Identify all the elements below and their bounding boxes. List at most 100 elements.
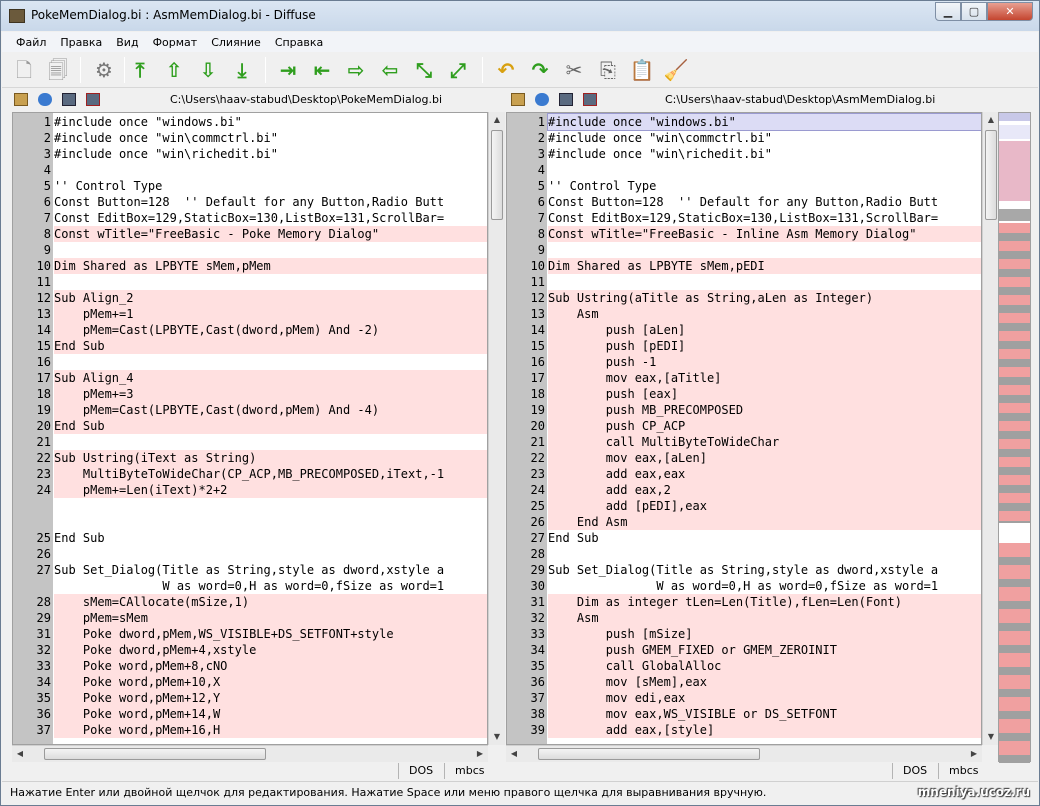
code-line[interactable]: 28 sMem=CAllocate(mSize,1) [13, 594, 487, 610]
code-line[interactable]: 18 pMem+=3 [13, 386, 487, 402]
code-line[interactable]: 27 Sub Set_Dialog(Title as String,style a… [13, 562, 487, 578]
left-vertical-scrollbar[interactable]: ▲ ▼ [488, 112, 505, 745]
code-line[interactable]: 26 [13, 546, 487, 562]
new-2way-icon[interactable]: 🗐 [44, 56, 72, 84]
scroll-left-arrow-icon[interactable]: ◀ [506, 746, 522, 762]
code-line[interactable]: 13 Asm [507, 306, 981, 322]
code-line[interactable]: 3 #include once "win\richedit.bi" [507, 146, 981, 162]
code-line[interactable]: 8 Const wTitle="FreeBasic - Inline Asm Me… [507, 226, 981, 242]
code-line[interactable]: 30 W as word=0,H as word=0,fSize as word… [507, 578, 981, 594]
code-line[interactable]: 31 Poke dword,pMem,WS_VISIBLE+DS_SETFONT… [13, 626, 487, 642]
code-line[interactable] [13, 514, 487, 530]
code-line[interactable]: 35 Poke word,pMem+12,Y [13, 690, 487, 706]
code-line[interactable]: 33 push [mSize] [507, 626, 981, 642]
maximize-button[interactable]: ▢ [961, 2, 987, 21]
menu-format[interactable]: Формат [146, 36, 205, 49]
next-change-icon[interactable]: ⇩ [194, 56, 222, 84]
copy-icon[interactable]: ⎘ [594, 56, 622, 84]
code-line[interactable]: 38 mov eax,WS_VISIBLE or DS_SETFONT [507, 706, 981, 722]
last-change-icon[interactable]: ⤓ [228, 56, 256, 84]
code-line[interactable]: 36 mov [sMem],eax [507, 674, 981, 690]
code-line[interactable]: 31 Dim as integer tLen=Len(Title),fLen=L… [507, 594, 981, 610]
code-line[interactable]: 4 [13, 162, 487, 178]
copy-right-icon[interactable]: ⇥ [274, 56, 302, 84]
scroll-thumb[interactable] [491, 130, 503, 220]
code-line[interactable]: 8 Const wTitle="FreeBasic - Poke Memory D… [13, 226, 487, 242]
code-line[interactable]: 13 pMem+=1 [13, 306, 487, 322]
code-line[interactable]: 25 add [pEDI],eax [507, 498, 981, 514]
save-file-icon[interactable] [62, 93, 76, 106]
code-line[interactable]: 1 #include once "windows.bi" [13, 114, 487, 130]
code-line[interactable]: 12 Sub Align_2 [13, 290, 487, 306]
reload-file-icon[interactable] [38, 93, 52, 106]
menu-file[interactable]: Файл [2, 36, 53, 49]
menu-edit[interactable]: Правка [53, 36, 109, 49]
copy-selection-left-icon[interactable]: ⇦ [376, 56, 404, 84]
scroll-down-arrow-icon[interactable]: ▼ [983, 729, 999, 745]
cut-icon[interactable]: ✂ [560, 56, 588, 84]
right-code-pane[interactable]: 1 #include once "windows.bi" 2 #include onc… [506, 112, 982, 745]
code-line[interactable]: 33 Poke word,pMem+8,cNO [13, 658, 487, 674]
code-line[interactable]: 5 '' Control Type [507, 178, 981, 194]
code-line[interactable]: 32 Poke dword,pMem+4,xstyle [13, 642, 487, 658]
scroll-up-arrow-icon[interactable]: ▲ [983, 112, 999, 128]
code-line[interactable]: 36 Poke word,pMem+14,W [13, 706, 487, 722]
code-line[interactable]: 15 End Sub [13, 338, 487, 354]
code-line[interactable]: 37 mov edi,eax [507, 690, 981, 706]
code-line[interactable]: 17 Sub Align_4 [13, 370, 487, 386]
code-line[interactable]: 9 [507, 242, 981, 258]
code-line[interactable]: 6 Const Button=128 '' Default for any But… [507, 194, 981, 210]
open-file-icon[interactable] [511, 93, 525, 106]
reload-file-icon[interactable] [535, 93, 549, 106]
redo-icon[interactable]: ↷ [526, 56, 554, 84]
code-line[interactable]: 24 pMem+=Len(iText)*2+2 [13, 482, 487, 498]
code-line[interactable]: 17 mov eax,[aTitle] [507, 370, 981, 386]
copy-selection-right-icon[interactable]: ⇨ [342, 56, 370, 84]
code-line[interactable]: 2 #include once "win\commctrl.bi" [13, 130, 487, 146]
scroll-right-arrow-icon[interactable]: ▶ [472, 746, 488, 762]
code-line[interactable]: 11 [13, 274, 487, 290]
left-code-pane[interactable]: 1 #include once "windows.bi" 2 #include onc… [12, 112, 488, 745]
save-as-icon[interactable] [86, 93, 100, 106]
code-line[interactable]: 27 End Sub [507, 530, 981, 546]
code-line[interactable]: 6 Const Button=128 '' Default for any But… [13, 194, 487, 210]
save-file-icon[interactable] [559, 93, 573, 106]
scroll-up-arrow-icon[interactable]: ▲ [489, 112, 505, 128]
code-line[interactable]: 20 push CP_ACP [507, 418, 981, 434]
code-line[interactable]: 10 Dim Shared as LPBYTE sMem,pEDI [507, 258, 981, 274]
code-line[interactable]: 12 Sub Ustring(aTitle as String,aLen as I… [507, 290, 981, 306]
code-line[interactable]: 5 '' Control Type [13, 178, 487, 194]
code-line[interactable]: 22 mov eax,[aLen] [507, 450, 981, 466]
code-line[interactable]: 7 Const EditBox=129,StaticBox=130,ListBox… [507, 210, 981, 226]
code-line[interactable]: 28 [507, 546, 981, 562]
code-line[interactable]: W as word=0,H as word=0,fSize as word=1 [13, 578, 487, 594]
code-line[interactable]: 29 Sub Set_Dialog(Title as String,style a… [507, 562, 981, 578]
first-change-icon[interactable]: ⤒ [126, 56, 154, 84]
code-line[interactable]: 29 pMem=sMem [13, 610, 487, 626]
left-horizontal-scrollbar[interactable]: ◀ ▶ [12, 745, 488, 762]
clear-edits-icon[interactable]: 🧹 [662, 56, 690, 84]
code-line[interactable]: 2 #include once "win\commctrl.bi" [507, 130, 981, 146]
preferences-icon[interactable]: ⚙ [90, 56, 118, 84]
code-line[interactable]: 7 Const EditBox=129,StaticBox=130,ListBox… [13, 210, 487, 226]
code-line[interactable]: 9 [13, 242, 487, 258]
scroll-left-arrow-icon[interactable]: ◀ [12, 746, 28, 762]
code-line[interactable]: 25 End Sub [13, 530, 487, 546]
code-line[interactable]: 15 push [pEDI] [507, 338, 981, 354]
merge-from-right-left-icon[interactable]: ⤢ [444, 56, 472, 84]
right-horizontal-scrollbar[interactable]: ◀ ▶ [506, 745, 982, 762]
code-line[interactable]: 11 [507, 274, 981, 290]
minimize-button[interactable]: ▁ [935, 2, 961, 21]
previous-change-icon[interactable]: ⇧ [160, 56, 188, 84]
new-file-icon[interactable]: 🗋 [10, 56, 38, 84]
diff-overview-map[interactable] [998, 112, 1031, 763]
code-line[interactable]: 3 #include once "win\richedit.bi" [13, 146, 487, 162]
scroll-right-arrow-icon[interactable]: ▶ [966, 746, 982, 762]
close-button[interactable]: ✕ [987, 2, 1033, 21]
code-line[interactable]: 21 [13, 434, 487, 450]
code-line[interactable]: 34 Poke word,pMem+10,X [13, 674, 487, 690]
scroll-down-arrow-icon[interactable]: ▼ [489, 729, 505, 745]
code-line[interactable]: 1 #include once "windows.bi" [507, 113, 981, 131]
code-line[interactable]: 18 push [eax] [507, 386, 981, 402]
scroll-thumb[interactable] [538, 748, 760, 760]
